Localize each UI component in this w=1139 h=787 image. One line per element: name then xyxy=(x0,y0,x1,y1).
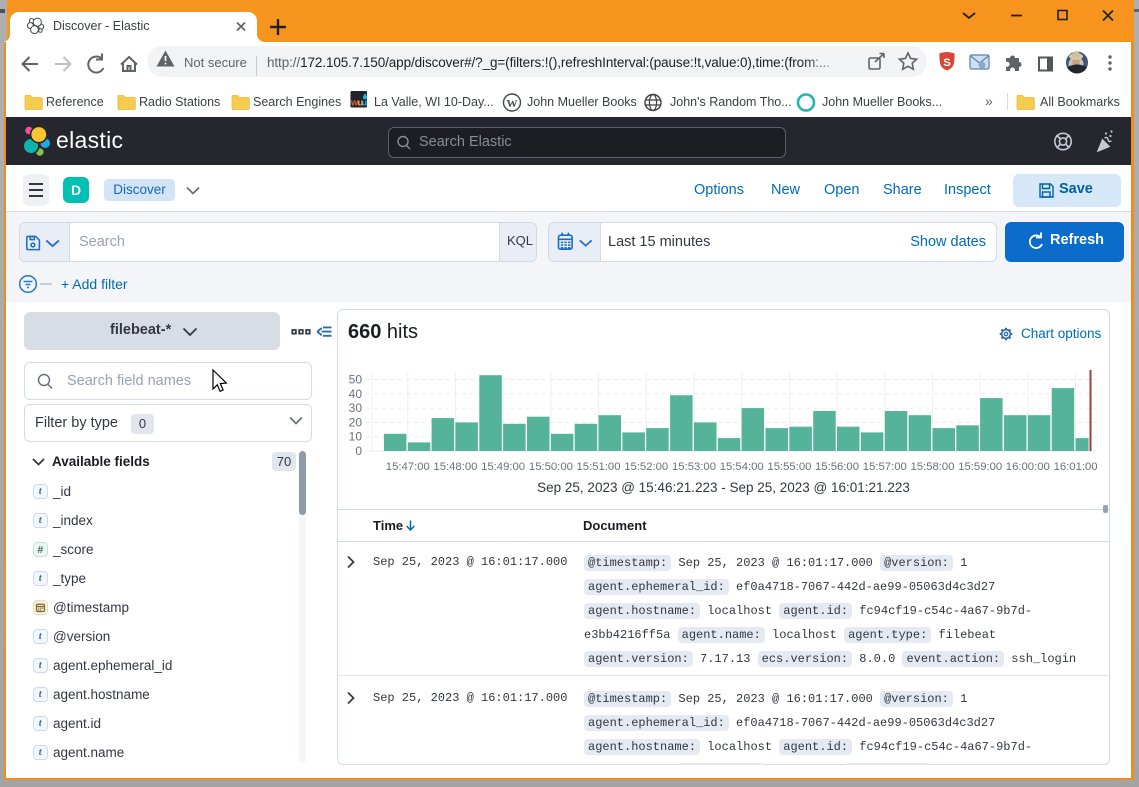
svg-text:W: W xyxy=(507,98,518,110)
svg-text:u: u xyxy=(362,98,368,109)
svg-text:S: S xyxy=(943,57,951,69)
